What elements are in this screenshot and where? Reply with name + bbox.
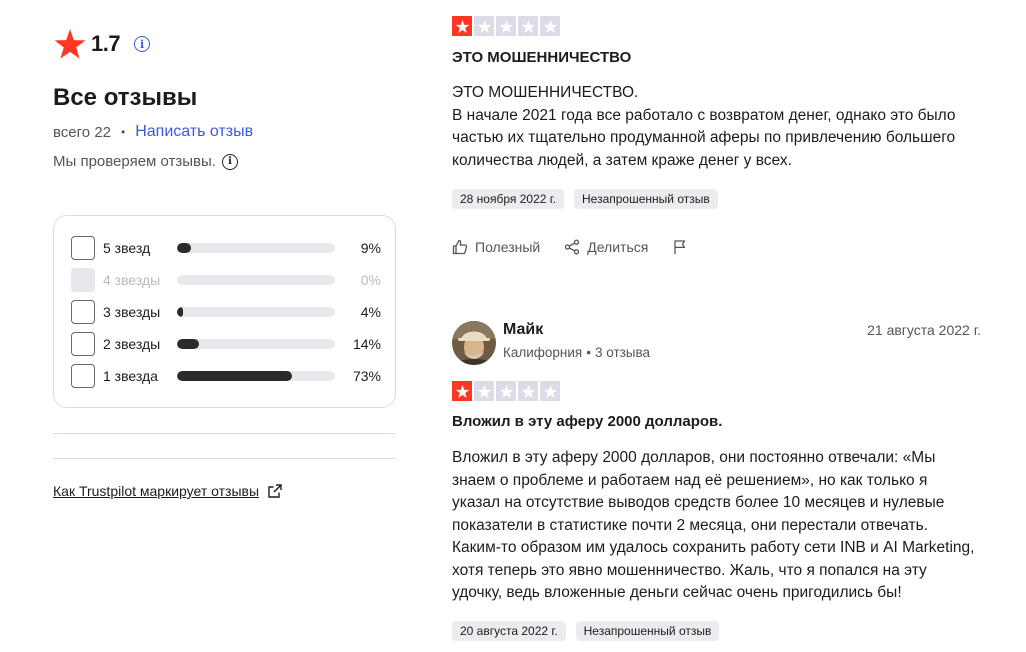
review-chips: 20 августа 2022 г. Незапрошенный отзыв bbox=[452, 621, 720, 641]
star-icon bbox=[474, 381, 494, 401]
avatar-image bbox=[452, 321, 496, 365]
filter-bar-fill bbox=[177, 307, 184, 317]
page-title: Все отзывы bbox=[53, 84, 198, 111]
unprompted-chip[interactable]: Незапрошенный отзыв bbox=[574, 189, 718, 209]
filter-bar bbox=[177, 371, 335, 381]
review-body: ЭТО МОШЕННИЧЕСТВО. В начале 2021 года вс… bbox=[452, 82, 977, 172]
verify-text: Мы проверяем отзывы. bbox=[53, 153, 216, 170]
write-review-link[interactable]: Написать отзыв bbox=[135, 123, 253, 141]
star-icon bbox=[496, 16, 516, 36]
star-filter-box: 5 звезд 9% 4 звезды 0% 3 звезды 4% 2 зве… bbox=[53, 215, 396, 408]
filter-bar bbox=[177, 243, 335, 253]
rating-value: 1.7 bbox=[91, 31, 121, 56]
filter-bar bbox=[177, 339, 335, 349]
star-icon bbox=[518, 381, 538, 401]
rating-header: 1.7 i bbox=[53, 27, 151, 61]
filter-label: 1 звезда bbox=[103, 368, 158, 384]
filter-percent: 73% bbox=[352, 368, 381, 384]
info-icon[interactable]: i bbox=[221, 153, 238, 170]
unprompted-chip[interactable]: Незапрошенный отзыв bbox=[575, 621, 720, 641]
avatar[interactable] bbox=[452, 321, 496, 365]
review-stars bbox=[452, 381, 560, 401]
verify-line: Мы проверяем отзывы. i bbox=[53, 153, 238, 170]
filter-bar-fill bbox=[177, 243, 192, 253]
author-meta: Калифорния • 3 отзыва bbox=[503, 345, 650, 360]
total-count: 22 bbox=[94, 123, 111, 141]
total-prefix: всего bbox=[53, 123, 91, 141]
report-button[interactable] bbox=[672, 239, 695, 255]
total-line: всего 22 • Написать отзыв bbox=[53, 123, 253, 141]
author-name[interactable]: Майк bbox=[503, 321, 543, 339]
review-stars bbox=[452, 16, 560, 36]
star-icon bbox=[496, 381, 516, 401]
divider bbox=[53, 458, 396, 459]
review-paragraph: В начале 2021 года все работало с возвра… bbox=[452, 106, 956, 169]
filter-label: 5 звезд bbox=[103, 240, 151, 256]
useful-label: Полезный bbox=[475, 239, 541, 255]
date-chip: 20 августа 2022 г. bbox=[452, 621, 566, 641]
star-icon bbox=[474, 16, 494, 36]
filter-bar-fill bbox=[177, 371, 293, 381]
review-paragraph: Вложил в эту аферу 2000 долларов, они по… bbox=[452, 449, 975, 601]
filter-percent: 4% bbox=[360, 304, 381, 320]
info-icon[interactable]: i bbox=[134, 36, 151, 52]
star-icon bbox=[452, 16, 472, 36]
filter-bar bbox=[177, 307, 335, 317]
review-body: Вложил в эту аферу 2000 долларов, они по… bbox=[452, 447, 977, 605]
filter-checkbox[interactable] bbox=[71, 364, 95, 388]
review-actions: Полезный Делиться bbox=[452, 239, 719, 255]
filter-row-2[interactable]: 2 звезды 14% bbox=[71, 332, 381, 356]
review-chips: 28 ноября 2022 г. Незапрошенный отзыв bbox=[452, 189, 718, 209]
star-icon bbox=[54, 29, 86, 59]
share-icon bbox=[565, 239, 580, 255]
review-title[interactable]: ЭТО МОШЕННИЧЕСТВО bbox=[452, 49, 631, 66]
filter-percent: 0% bbox=[360, 272, 381, 288]
how-link-label: Как Trustpilot маркирует отзывы bbox=[53, 483, 260, 499]
filter-bar-fill bbox=[177, 339, 200, 349]
filter-checkbox[interactable] bbox=[71, 300, 95, 324]
author-location: Калифорния bbox=[503, 345, 583, 360]
external-link-icon bbox=[268, 484, 282, 498]
review-paragraph: ЭТО МОШЕННИЧЕСТВО. bbox=[452, 84, 639, 101]
divider bbox=[53, 433, 396, 434]
author-review-count: 3 отзыва bbox=[594, 345, 651, 360]
useful-button[interactable]: Полезный bbox=[452, 239, 540, 255]
filter-row-5[interactable]: 5 звезд 9% bbox=[71, 236, 381, 260]
filter-row-1[interactable]: 1 звезда 73% bbox=[71, 364, 381, 388]
filter-row-4: 4 звезды 0% bbox=[71, 268, 381, 292]
date-chip: 28 ноября 2022 г. bbox=[452, 189, 564, 209]
filter-label: 2 звезды bbox=[103, 336, 161, 352]
star-icon bbox=[452, 381, 472, 401]
thumb-up-icon bbox=[452, 239, 468, 255]
filter-bar bbox=[177, 275, 335, 285]
separator-dot: • bbox=[586, 345, 591, 360]
filter-percent: 14% bbox=[352, 336, 381, 352]
filter-checkbox bbox=[71, 268, 95, 292]
how-trustpilot-flags-link[interactable]: Как Trustpilot маркирует отзывы bbox=[53, 483, 283, 499]
share-label: Делиться bbox=[587, 239, 649, 255]
star-icon bbox=[540, 381, 560, 401]
filter-checkbox[interactable] bbox=[71, 332, 95, 356]
star-icon bbox=[518, 16, 538, 36]
star-icon bbox=[540, 16, 560, 36]
review-date: 21 августа 2022 г. bbox=[867, 322, 981, 338]
share-button[interactable]: Делиться bbox=[564, 239, 648, 255]
filter-percent: 9% bbox=[360, 240, 381, 256]
filter-label: 4 звезды bbox=[103, 272, 161, 288]
review-title[interactable]: Вложил в эту аферу 2000 долларов. bbox=[452, 413, 722, 430]
filter-label: 3 звезды bbox=[103, 304, 161, 320]
separator-dot: • bbox=[121, 125, 126, 139]
filter-checkbox[interactable] bbox=[71, 236, 95, 260]
filter-row-3[interactable]: 3 звезды 4% bbox=[71, 300, 381, 324]
flag-icon bbox=[674, 240, 686, 254]
